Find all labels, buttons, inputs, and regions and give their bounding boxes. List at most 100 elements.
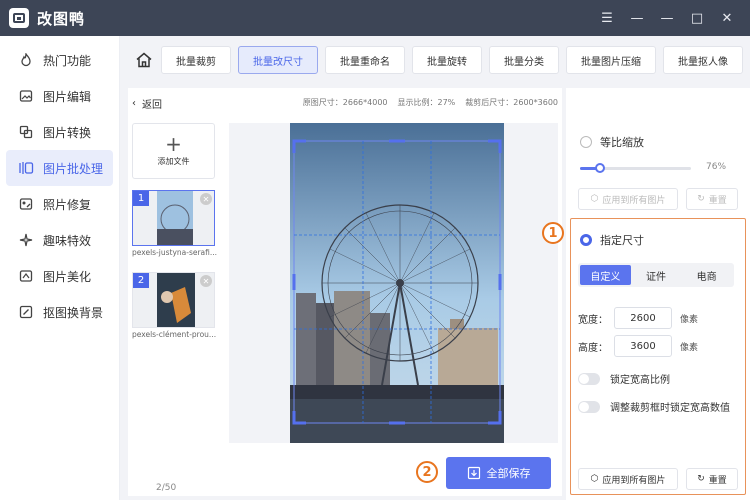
tab-batch-portrait-cutout[interactable]: 批量抠人像	[663, 46, 743, 74]
close-icon[interactable]: ✕	[714, 5, 740, 31]
height-input[interactable]: 3600	[614, 335, 672, 357]
sidebar-item-repair[interactable]: 照片修复	[6, 186, 113, 222]
sidebar-item-convert[interactable]: 图片转换	[6, 114, 113, 150]
width-row: 宽度： 2600 像素	[578, 307, 698, 329]
sparkle-icon	[18, 232, 34, 248]
custom-size-label: 指定尺寸	[600, 234, 644, 247]
back-label: 返回	[142, 100, 162, 111]
plus-icon: +	[165, 132, 182, 156]
minimize-icon[interactable]: —	[654, 5, 680, 31]
apply-all-button-top[interactable]: ⬡ 应用到所有图片	[578, 188, 678, 210]
tab-ecommerce[interactable]: 电商	[681, 265, 732, 285]
add-file-button[interactable]: + 添加文件	[132, 123, 215, 179]
cutout-icon	[18, 304, 34, 320]
scale-percent: 76%	[706, 162, 727, 172]
file-name: pexels-justyna-serafi...	[132, 248, 218, 257]
remove-icon[interactable]: ✕	[200, 275, 212, 287]
sidebar-item-batch[interactable]: 图片批处理	[6, 150, 113, 186]
batch-icon	[18, 160, 34, 176]
annotation-marker-1: 1	[542, 222, 564, 244]
tab-batch-compress[interactable]: 批量图片压缩	[566, 46, 656, 74]
cropped-size: 裁剪后尺寸：2600*3600	[465, 98, 558, 107]
preview-canvas	[229, 123, 558, 443]
apply-all-label: 应用到所有图片	[602, 195, 666, 206]
sidebar-item-hot[interactable]: 热门功能	[6, 42, 113, 78]
back-button[interactable]: ‹ 返回	[132, 96, 162, 111]
image-info: 原图尺寸：2666*4000 显示比例：27% 裁剪后尺寸：2600*3600	[303, 97, 558, 108]
size-preset-tabs: 自定义 证件 电商	[578, 263, 734, 287]
cube-icon: ⬡	[590, 194, 599, 204]
height-row: 高度： 3600 像素	[578, 335, 698, 357]
download-icon	[467, 466, 480, 480]
remove-icon[interactable]: ✕	[200, 193, 212, 205]
width-unit: 像素	[680, 314, 699, 325]
maximize-icon[interactable]: □	[684, 5, 710, 31]
sidebar: 热门功能 图片编辑 图片转换 图片批处理 照片修复 趣味特效 图片美化 抠图换背…	[0, 36, 120, 500]
tab-batch-resize[interactable]: 批量改尺寸	[238, 46, 318, 74]
file-thumb-1[interactable]: 1 ✕	[132, 190, 215, 246]
tab-batch-rotate[interactable]: 批量旋转	[412, 46, 482, 74]
height-unit: 像素	[680, 342, 699, 353]
reset-button[interactable]: ↻ 重置	[686, 468, 738, 490]
reset-label: 重置	[708, 195, 727, 206]
proportional-label: 等比缩放	[600, 136, 644, 149]
app-title: 改图鸭	[37, 9, 86, 28]
sidebar-item-label: 趣味特效	[43, 233, 92, 248]
london-eye-photo[interactable]	[290, 123, 504, 443]
save-all-button[interactable]: 全部保存	[446, 457, 551, 489]
window-controls: ☰ — — □ ✕	[594, 0, 740, 36]
lock-crop-row: 调整裁剪框时锁定宽高数值	[578, 399, 730, 414]
sidebar-item-label: 照片修复	[43, 197, 92, 212]
sidebar-item-effects[interactable]: 趣味特效	[6, 222, 113, 258]
skin-icon[interactable]: —	[624, 5, 650, 31]
title-bar: 改图鸭 ☰ — — □ ✕	[0, 0, 750, 36]
sidebar-item-edit[interactable]: 图片编辑	[6, 78, 113, 114]
app-logo-icon	[9, 8, 29, 28]
lock-ratio-row: 锁定宽高比例	[578, 371, 670, 386]
lock-crop-label: 调整裁剪框时锁定宽高数值	[610, 403, 730, 414]
sidebar-item-label: 抠图换背景	[43, 305, 104, 320]
convert-icon	[18, 124, 34, 140]
save-all-label: 全部保存	[486, 467, 531, 480]
repair-icon	[18, 196, 34, 212]
width-input[interactable]: 2600	[614, 307, 672, 329]
main-area: 批量裁剪 批量改尺寸 批量重命名 批量旋转 批量分类 批量图片压缩 批量抠人像 …	[120, 36, 750, 500]
tab-batch-rename[interactable]: 批量重命名	[325, 46, 405, 74]
tab-custom[interactable]: 自定义	[580, 265, 631, 285]
tab-batch-crop[interactable]: 批量裁剪	[161, 46, 231, 74]
page-count: 2/50	[156, 483, 177, 493]
height-label: 高度：	[578, 342, 608, 354]
sidebar-item-label: 热门功能	[43, 53, 92, 68]
lock-ratio-toggle[interactable]	[578, 372, 600, 385]
sidebar-item-cutout[interactable]: 抠图换背景	[6, 294, 113, 330]
radio-unchecked[interactable]	[580, 136, 592, 148]
home-button[interactable]	[134, 47, 153, 73]
refresh-icon: ↻	[697, 194, 705, 204]
file-thumb-2[interactable]: 2 ✕	[132, 272, 215, 328]
beautify-icon	[18, 268, 34, 284]
home-icon	[136, 52, 151, 68]
file-name: pexels-clément-prou...	[132, 330, 217, 339]
scale-slider-handle[interactable]	[594, 163, 605, 173]
refresh-icon: ↻	[697, 474, 705, 484]
sidebar-item-beautify[interactable]: 图片美化	[6, 258, 113, 294]
tab-id-photo[interactable]: 证件	[631, 265, 682, 285]
thumb-number: 2	[133, 273, 149, 288]
proportional-scale-option[interactable]: 等比缩放	[580, 134, 644, 150]
tool-tabs: 批量裁剪 批量改尺寸 批量重命名 批量旋转 批量分类 批量图片压缩 批量抠人像	[120, 36, 750, 84]
lock-ratio-label: 锁定宽高比例	[610, 375, 670, 386]
apply-all-button[interactable]: ⬡ 应用到所有图片	[578, 468, 678, 490]
sidebar-item-label: 图片美化	[43, 269, 92, 284]
reset-button-top[interactable]: ↻ 重置	[686, 188, 738, 210]
lock-crop-toggle[interactable]	[578, 400, 600, 413]
custom-size-option[interactable]: 指定尺寸	[580, 232, 644, 248]
settings-panel: 等比缩放 76% ⬡ 应用到所有图片 ↻ 重置 1 指定尺寸 自定义 证件 电商…	[542, 88, 750, 500]
radio-checked[interactable]	[580, 234, 592, 246]
scale-slider[interactable]	[580, 163, 691, 173]
tab-batch-classify[interactable]: 批量分类	[489, 46, 559, 74]
sidebar-item-label: 图片编辑	[43, 89, 92, 104]
display-ratio: 显示比例：27%	[397, 98, 456, 107]
menu-icon[interactable]: ☰	[594, 5, 620, 31]
sidebar-item-label: 图片转换	[43, 125, 92, 140]
flame-icon	[18, 52, 34, 68]
